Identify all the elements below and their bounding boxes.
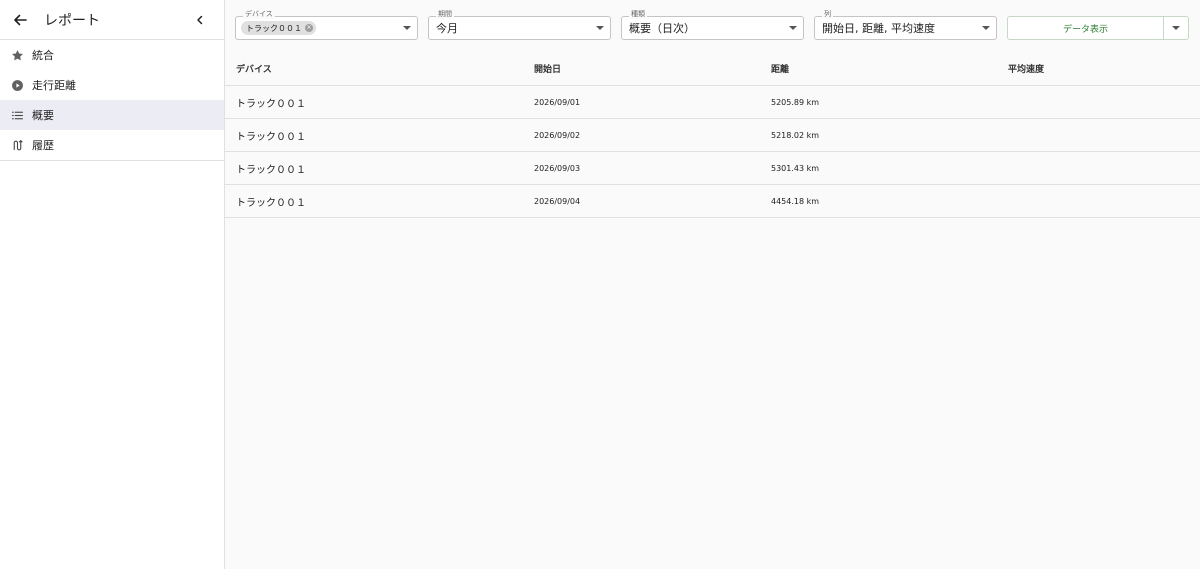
column-header-start-date[interactable]: 開始日 [534,52,561,85]
table-row: トラック００１ 2026/09/01 5205.89 km [225,86,1200,119]
chevron-down-icon [403,26,411,30]
table-row: トラック００１ 2026/09/04 4454.18 km [225,185,1200,218]
chevron-down-icon [789,26,797,30]
star-icon [10,48,24,62]
report-table: デバイス 開始日 距離 平均速度 トラック００１ 2026/09/01 5205… [225,52,1200,218]
list-icon [10,108,24,122]
chevron-down-icon [596,26,604,30]
cell-start-date: 2026/09/01 [534,97,581,107]
sidebar-item-summary[interactable]: 概要 [0,100,224,130]
chevron-left-icon [197,15,203,25]
period-select-value: 今月 [436,22,458,35]
columns-select-label: 列 [822,10,833,19]
sidebar-item-history[interactable]: 履歴 [0,130,224,160]
filter-toolbar: デバイス トラック００１ × 期間 今月 種類 概要（日次） 列 開始日, 距離… [225,0,1200,50]
type-select-value: 概要（日次） [629,22,695,35]
table-row: トラック００１ 2026/09/02 5218.02 km [225,119,1200,152]
sidebar-title: レポート [44,12,100,29]
cell-distance: 5218.02 km [771,130,820,140]
cell-start-date: 2026/09/03 [534,163,581,173]
period-select-label: 期間 [436,10,454,19]
cell-device: トラック００１ [236,98,306,110]
show-options-dropdown-button[interactable] [1164,16,1189,40]
sidebar-item-trips[interactable]: 走行距離 [0,70,224,100]
sidebar-item-combined[interactable]: 統合 [0,40,224,70]
sidebar: レポート 統合 走行距離 概要 履歴 [0,0,225,569]
chevron-down-icon [1172,26,1180,30]
table-row: トラック００１ 2026/09/03 5301.43 km [225,152,1200,185]
device-chip-label: トラック００１ [246,23,302,33]
app: レポート 統合 走行距離 概要 履歴 デバイス トラック００１ × 期間 今月 … [0,0,1200,569]
cell-device: トラック００１ [236,197,306,209]
sidebar-item-label: 概要 [32,109,54,122]
chip-remove-icon[interactable]: × [305,24,313,32]
cell-start-date: 2026/09/02 [534,130,581,140]
sidebar-header: レポート [0,0,224,40]
arrow-left-icon [14,14,27,25]
type-select[interactable]: 種類 概要（日次） [621,10,804,40]
device-select-label: デバイス [243,10,275,19]
table-header-row: デバイス 開始日 距離 平均速度 [225,52,1200,86]
cell-distance: 5205.89 km [771,97,820,107]
back-button[interactable] [0,0,40,40]
chevron-down-icon [982,26,990,30]
cell-device: トラック００１ [236,164,306,176]
cell-distance: 4454.18 km [771,196,820,206]
columns-select[interactable]: 列 開始日, 距離, 平均速度 [814,10,997,40]
sidebar-item-label: 走行距離 [32,79,76,92]
cell-distance: 5301.43 km [771,163,820,173]
columns-select-value: 開始日, 距離, 平均速度 [822,22,935,35]
show-data-button-group: データ表示 [1007,16,1189,40]
period-select[interactable]: 期間 今月 [428,10,611,40]
play-circle-icon [10,78,24,92]
column-header-device[interactable]: デバイス [236,52,272,85]
cell-device: トラック００１ [236,131,306,143]
collapse-sidebar-button[interactable] [190,10,210,30]
route-icon [10,138,24,152]
sidebar-item-label: 履歴 [32,139,54,152]
cell-start-date: 2026/09/04 [534,196,581,206]
main-content: デバイス トラック００１ × 期間 今月 種類 概要（日次） 列 開始日, 距離… [225,0,1200,569]
sidebar-item-label: 統合 [32,49,54,62]
show-data-button[interactable]: データ表示 [1007,16,1164,40]
device-chip: トラック００１ × [241,21,316,35]
column-header-average-speed[interactable]: 平均速度 [1008,52,1044,85]
device-select[interactable]: デバイス トラック００１ × [235,10,418,40]
sidebar-menu: 統合 走行距離 概要 履歴 [0,40,224,161]
column-header-distance[interactable]: 距離 [771,52,789,85]
type-select-label: 種類 [629,10,647,19]
